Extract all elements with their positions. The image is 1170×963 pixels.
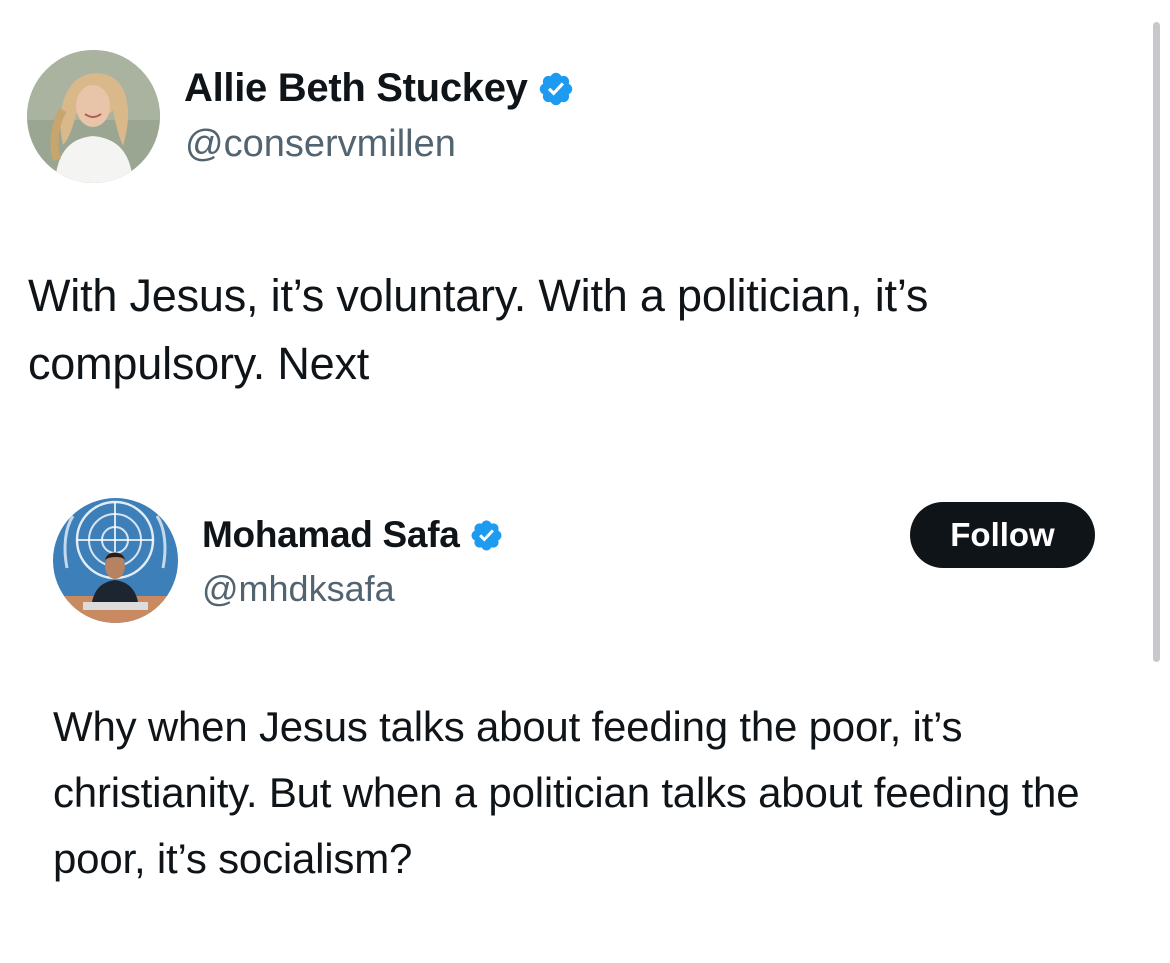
quoted-author-avatar[interactable] <box>53 498 178 623</box>
quoted-author-name-row: Mohamad Safa <box>202 514 504 556</box>
author-handle[interactable]: @conservmillen <box>185 123 456 166</box>
author-name-row: Allie Beth Stuckey <box>184 66 575 111</box>
verified-badge-icon <box>537 70 575 108</box>
scrollbar[interactable] <box>1153 22 1160 662</box>
quoted-author-name[interactable]: Mohamad Safa <box>202 514 460 556</box>
quoted-author-handle[interactable]: @mhdksafa <box>202 568 395 610</box>
quoted-author-avatar-image <box>53 498 178 623</box>
quoted-tweet-text: Why when Jesus talks about feeding the p… <box>53 703 1080 882</box>
verified-badge-icon <box>469 518 504 553</box>
author-name[interactable]: Allie Beth Stuckey <box>184 66 528 111</box>
follow-button[interactable]: Follow <box>910 502 1095 568</box>
tweet-text: With Jesus, it’s voluntary. With a polit… <box>28 270 929 389</box>
author-avatar[interactable] <box>27 50 160 183</box>
author-avatar-image <box>27 50 160 183</box>
